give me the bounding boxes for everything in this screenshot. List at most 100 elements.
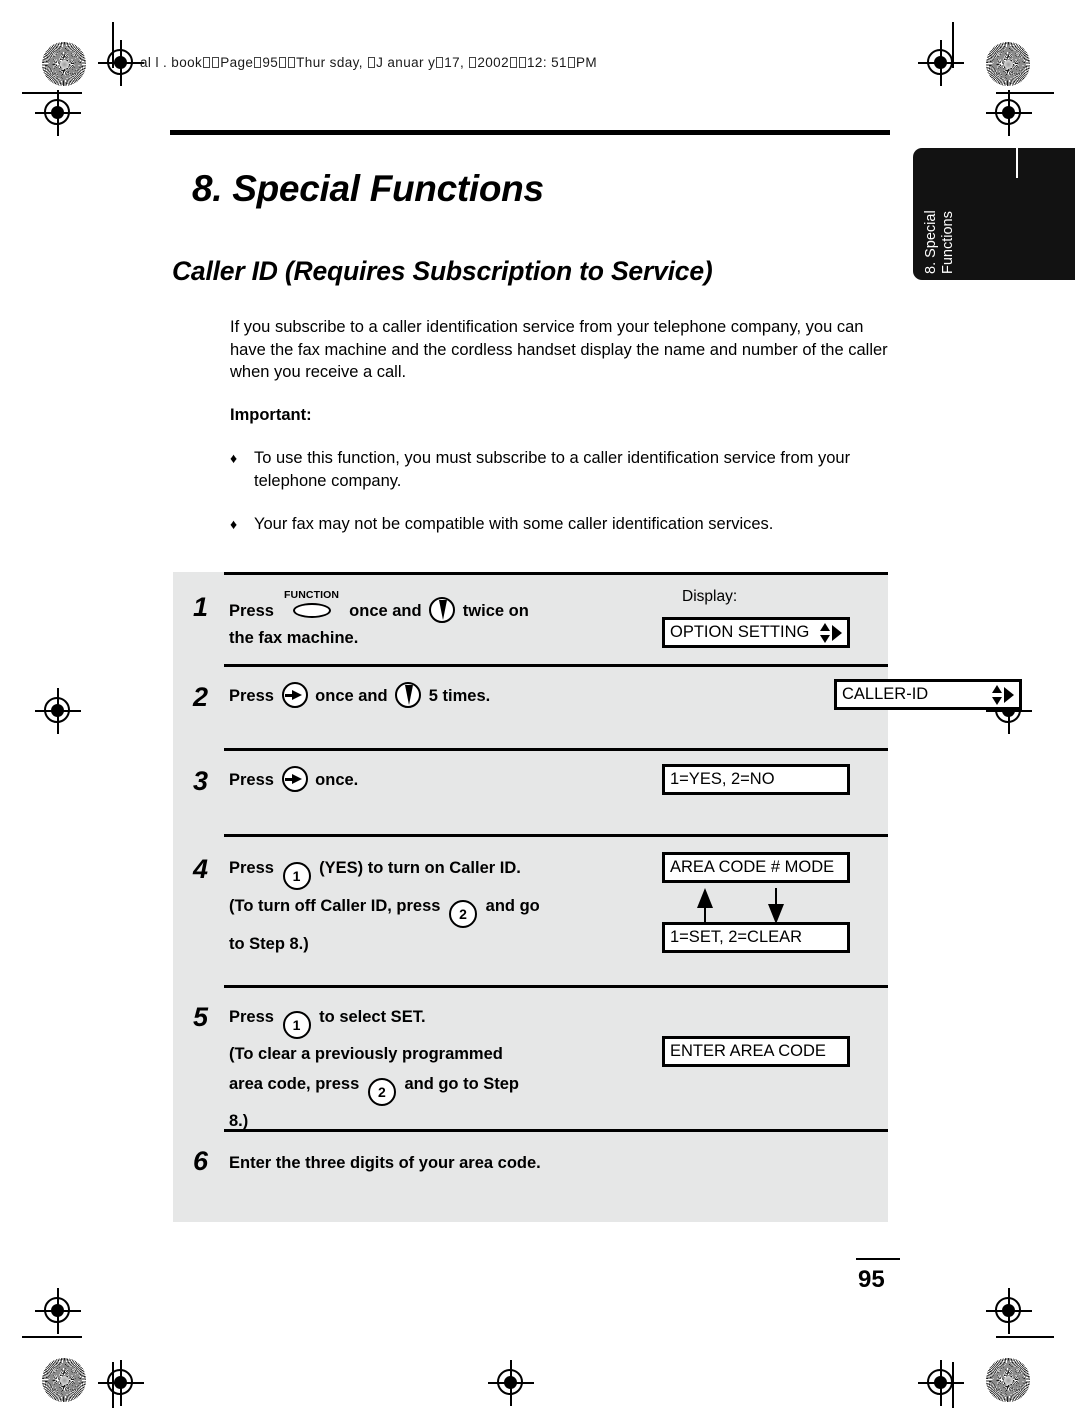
step-number: 3 [193,766,209,796]
step-line: (To turn off Caller ID, press 2 and go [229,890,629,928]
lcd-display: ENTER AREA CODE [662,1036,850,1067]
side-tab-label: 8. Special Functions [923,142,975,274]
step-instruction: Press once and 5 times. [229,682,629,710]
step-text: and go [485,897,540,915]
scroll-down-key-icon[interactable] [395,682,422,708]
lcd-text: ENTER AREA CODE [670,1042,826,1060]
lcd-arrow-group [820,622,842,644]
step-text: once and [315,687,388,705]
document-page: al l . book Page 95 Thur sday, J anuar y 17,… [0,0,1075,1428]
crop-mark-bottom-left-horizontal [22,1336,82,1338]
step-line: Press 1 to select SET. [229,1002,629,1039]
lcd-arrow-group [992,684,1014,706]
step-text: to select SET. [319,1008,426,1026]
control-char-box [436,57,444,68]
step-text: once. [315,771,359,789]
important-bullet-list: ♦ To use this function, you must subscri… [230,447,890,557]
registration-target-top-left [98,40,144,86]
numeric-key-2-icon[interactable]: 2 [449,900,478,928]
step-text: Press [229,771,274,789]
page-number-rule [856,1258,900,1260]
control-char-box [519,57,526,68]
scroll-down-key-icon[interactable] [429,597,456,623]
procedure-panel: Display: 1 Press FUNCTION once and twice… [173,572,1022,1222]
step-divider [224,834,888,837]
transition-down-arrow-icon [765,888,787,924]
book-header-meridiem: PM [575,55,597,70]
step-divider [224,664,888,667]
step-line: Enter the three digits of your area code… [229,1154,541,1172]
step-text: Press [229,1008,274,1026]
step-instruction: Enter the three digits of your area code… [229,1150,699,1177]
book-file-header: al l . book Page 95 Thur sday, J anuar y 17,… [140,55,597,70]
list-item: ♦ To use this function, you must subscri… [230,447,890,492]
registration-starburst-top-left [42,42,86,86]
step-divider [224,572,888,575]
transition-up-arrow-icon [694,888,716,924]
step-text: twice on [462,602,529,620]
step-text: (YES) to turn on Caller ID. [319,859,521,877]
registration-target-bottom-right [918,1360,964,1406]
numeric-key-2-icon[interactable]: 2 [367,1078,396,1106]
up-down-arrow-icon [992,684,1003,706]
start-key-icon[interactable] [281,766,308,792]
step-text: Press [229,859,274,877]
control-char-box [203,57,211,68]
chapter-side-tab: 8. Special Functions [913,148,1075,280]
start-key-icon[interactable] [281,682,308,708]
control-char-box [368,57,376,68]
list-item-text: To use this function, you must subscribe… [254,449,851,490]
control-char-box [510,57,517,68]
step-line: the fax machine. [229,629,359,647]
registration-target-left-upper [35,90,81,136]
numeric-key-1-icon[interactable]: 1 [282,1011,311,1039]
registration-target-right-lower [986,1288,1032,1334]
step-divider [224,748,888,751]
lcd-text: AREA CODE # MODE [670,858,835,876]
function-key-icon[interactable]: FUNCTION [283,590,341,618]
book-header-time: 12: 51 [527,55,567,70]
right-arrow-icon [832,624,842,641]
step-text: Press [229,687,274,705]
step-text: Press [229,602,274,620]
step-line: area code, press 2 and go to Step [229,1069,629,1106]
lcd-text: OPTION SETTING [670,623,810,641]
registration-target-left-lower [35,1288,81,1334]
list-item: ♦ Your fax may not be compatible with so… [230,513,890,536]
step-divider [224,985,888,988]
control-char-box [288,57,296,68]
control-char-box [567,57,575,68]
registration-target-bottom-center [488,1360,534,1406]
book-header-year: 2002 [477,55,509,70]
step-line: to Step 8.) [229,935,309,953]
step-number: 4 [193,854,209,884]
section-title: Caller ID (Requires Subscription to Serv… [172,256,713,286]
step-text: 5 times. [428,687,491,705]
control-char-box [212,57,220,68]
registration-target-left-middle [35,688,81,734]
lcd-display-bottom: 1=SET, 2=CLEAR [662,922,850,953]
crop-mark-top-left-vertical [112,22,114,68]
book-header-weekday: Thur sday, [296,55,368,70]
registration-starburst-bottom-right [986,1358,1030,1402]
step-number: 5 [193,1002,209,1032]
control-char-box [469,57,477,68]
step-number: 6 [193,1146,209,1176]
up-down-arrow-icon [820,622,831,644]
side-tab-notch [1016,148,1018,178]
registration-starburst-top-right [986,42,1030,86]
registration-target-bottom-left [98,1360,144,1406]
lcd-display: 1=YES, 2=NO [662,764,850,795]
step-instruction: Press 1 (YES) to turn on Caller ID. (To … [229,852,629,961]
step-text: once and [349,602,422,620]
crop-mark-bottom-right-vertical [952,1362,954,1408]
crop-mark-top-left-horizontal [22,92,82,94]
book-header-page-number: 95 [262,55,279,70]
side-tab-line-1: 8. Special [923,210,939,274]
step-number: 2 [193,682,209,712]
step-instruction: Press once. [229,766,629,794]
header-rule [170,130,890,135]
numeric-key-1-icon[interactable]: 1 [282,862,311,890]
step-line: Press once. [229,766,629,794]
step-instruction: Press FUNCTION once and twice on the fax… [229,590,629,652]
